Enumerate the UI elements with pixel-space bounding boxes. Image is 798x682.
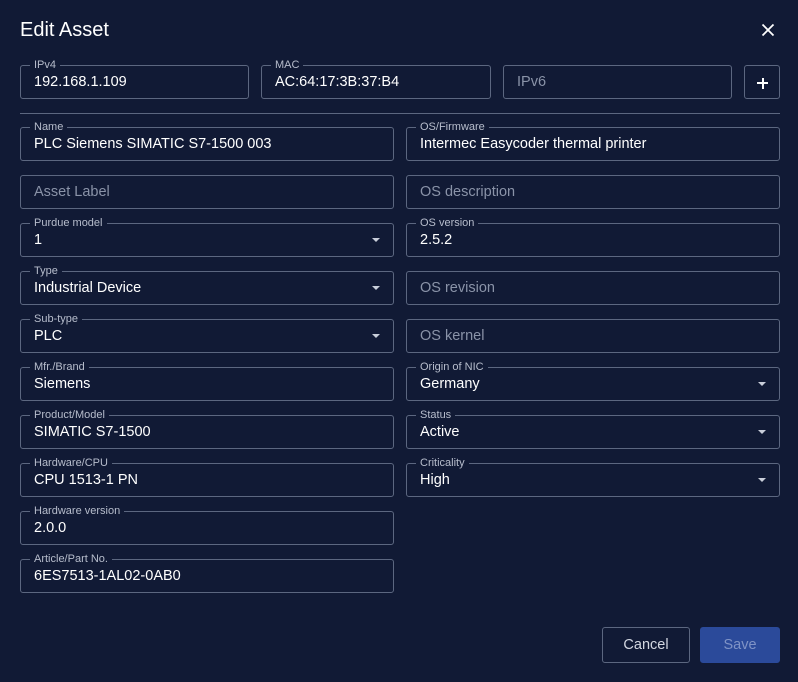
ipv6-field[interactable]: IPv6: [503, 65, 732, 99]
criticality-value: High: [420, 472, 450, 488]
caret-down-icon: [372, 286, 380, 290]
os-description-field[interactable]: OS description: [406, 175, 780, 209]
section-divider: [20, 113, 780, 114]
purdue-model-select[interactable]: Purdue model 1: [20, 216, 394, 257]
ipv4-value: 192.168.1.109: [34, 74, 127, 90]
os-revision-field[interactable]: OS revision: [406, 271, 780, 305]
caret-down-icon: [758, 430, 766, 434]
cancel-button[interactable]: Cancel: [602, 627, 690, 663]
criticality-select[interactable]: Criticality High: [406, 456, 780, 497]
sub-type-value: PLC: [34, 328, 63, 344]
os-firmware-value: Intermec Easycoder thermal printer: [420, 136, 647, 152]
status-value: Active: [420, 424, 460, 440]
caret-down-icon: [758, 478, 766, 482]
os-kernel-placeholder: OS kernel: [420, 328, 485, 344]
os-version-field[interactable]: OS version 2.5.2: [406, 216, 780, 257]
name-field[interactable]: Name PLC Siemens SIMATIC S7-1500 003: [20, 120, 394, 161]
sub-type-select[interactable]: Sub-type PLC: [20, 312, 394, 353]
part-no-value: 6ES7513-1AL02-0AB0: [34, 568, 181, 584]
name-value: PLC Siemens SIMATIC S7-1500 003: [34, 136, 272, 152]
hardware-cpu-value: CPU 1513-1 PN: [34, 472, 138, 488]
mac-value: AC:64:17:3B:37:B4: [275, 74, 400, 90]
hardware-version-field[interactable]: Hardware version 2.0.0: [20, 504, 394, 545]
os-kernel-field[interactable]: OS kernel: [406, 319, 780, 353]
status-select[interactable]: Status Active: [406, 408, 780, 449]
hardware-version-value: 2.0.0: [34, 520, 67, 536]
origin-nic-select[interactable]: Origin of NIC Germany: [406, 360, 780, 401]
type-select[interactable]: Type Industrial Device: [20, 264, 394, 305]
close-button[interactable]: [756, 18, 780, 42]
brand-field[interactable]: Mfr./Brand Siemens: [20, 360, 394, 401]
save-button[interactable]: Save: [700, 627, 780, 663]
os-description-placeholder: OS description: [420, 184, 516, 200]
brand-value: Siemens: [34, 376, 91, 392]
caret-down-icon: [372, 238, 380, 242]
product-model-field[interactable]: Product/Model SIMATIC S7-1500: [20, 408, 394, 449]
part-no-field[interactable]: Article/Part No. 6ES7513-1AL02-0AB0: [20, 552, 394, 593]
hardware-cpu-field[interactable]: Hardware/CPU CPU 1513-1 PN: [20, 456, 394, 497]
product-model-value: SIMATIC S7-1500: [34, 424, 151, 440]
os-version-value: 2.5.2: [420, 232, 453, 248]
caret-down-icon: [372, 334, 380, 338]
caret-down-icon: [758, 382, 766, 386]
os-firmware-field[interactable]: OS/Firmware Intermec Easycoder thermal p…: [406, 120, 780, 161]
asset-label-field[interactable]: Asset Label: [20, 175, 394, 209]
mac-field[interactable]: MAC AC:64:17:3B:37:B4: [261, 58, 491, 99]
asset-label-placeholder: Asset Label: [34, 184, 110, 200]
add-ip-button[interactable]: [744, 65, 780, 99]
type-value: Industrial Device: [34, 280, 142, 296]
origin-nic-value: Germany: [420, 376, 480, 392]
os-revision-placeholder: OS revision: [420, 280, 495, 296]
close-icon: [761, 23, 775, 37]
ipv4-field[interactable]: IPv4 192.168.1.109: [20, 58, 249, 99]
dialog-title: Edit Asset: [20, 19, 109, 41]
ipv6-placeholder: IPv6: [517, 74, 547, 90]
purdue-model-value: 1: [34, 232, 43, 248]
